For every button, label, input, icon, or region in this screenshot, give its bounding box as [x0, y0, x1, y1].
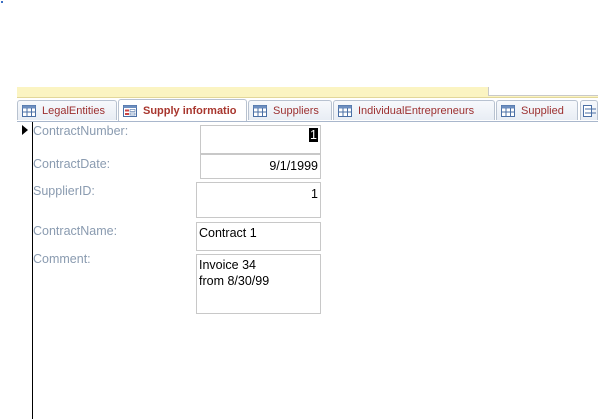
tab-supplied[interactable]: Supplied	[496, 100, 578, 120]
tab-label: IndividualEntrepreneurs	[358, 104, 475, 117]
contract-name-label: ContractName:	[33, 224, 118, 238]
tab-label: Supply informatio	[143, 104, 237, 117]
query-icon	[583, 104, 596, 117]
contract-number-field[interactable]: 1	[200, 125, 321, 154]
supplier-id-value: 1	[311, 187, 318, 201]
contract-name-field[interactable]: Contract 1	[196, 222, 321, 251]
tab-label: LegalEntities	[42, 104, 105, 117]
contract-date-label: ContractDate:	[33, 157, 111, 171]
tab-supply-information[interactable]: Supply informatio	[118, 99, 247, 121]
contract-date-field[interactable]: 9/1/1999	[200, 154, 321, 179]
contract-number-value: 1	[309, 128, 318, 142]
tab-legalentities[interactable]: LegalEntities	[17, 100, 117, 120]
contract-date-value: 9/1/1999	[269, 159, 318, 173]
current-record-arrow-icon[interactable]	[22, 125, 28, 135]
supplier-id-label: SupplierID:	[33, 184, 95, 198]
contract-name-value: Contract 1	[199, 226, 257, 240]
comment-line: from 8/30/99	[199, 274, 270, 288]
tab-individualentrepreneurs[interactable]: IndividualEntrepreneurs	[333, 100, 495, 120]
comment-line: Invoice 34	[199, 258, 256, 272]
window-corner-marker	[1, 1, 3, 3]
table-icon	[501, 104, 515, 117]
tab-suppliers[interactable]: Suppliers	[248, 100, 332, 120]
tab-label: Suppliers	[273, 104, 319, 117]
ribbon-notch	[488, 87, 598, 96]
comment-label: Comment:	[33, 252, 91, 266]
comment-field[interactable]: Invoice 34 from 8/30/99	[196, 254, 321, 314]
table-icon	[338, 104, 352, 117]
table-icon	[22, 104, 36, 117]
table-icon	[253, 104, 267, 117]
tab-overflow[interactable]	[580, 100, 598, 120]
contract-number-label: ContractNumber:	[33, 124, 129, 138]
tab-label: Supplied	[521, 104, 564, 117]
supplier-id-field[interactable]: 1	[196, 182, 321, 218]
document-tab-bar: LegalEntities Supply informatio Supplier…	[17, 98, 598, 122]
form-icon	[123, 104, 137, 117]
